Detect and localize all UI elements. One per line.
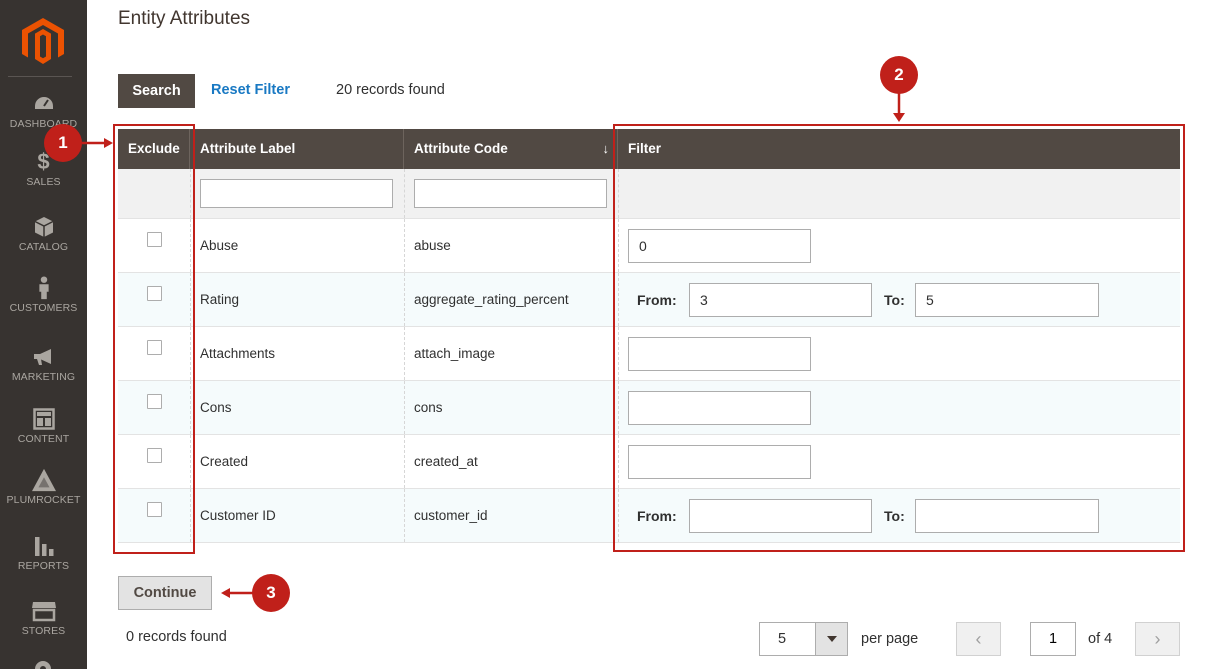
nav-reports-label: REPORTS [17,560,70,572]
records-found-count: 20 records found [336,82,445,98]
plumrocket-icon [31,468,56,492]
attribute-label-cell: Cons [200,400,232,415]
attribute-code-filter-input[interactable] [414,179,607,208]
column-header-attribute-label[interactable]: Attribute Label [190,129,404,169]
nav-sales-label: SALES [26,176,61,188]
attribute-label-cell: Attachments [200,346,276,361]
nav-customers-label: CUSTOMERS [9,302,78,314]
total-pages: of 4 [1088,631,1113,647]
nav-content[interactable]: CONTENT [0,407,87,445]
attribute-code-cell: customer_id [414,508,488,523]
store-icon [31,602,56,622]
reset-filter-link[interactable]: Reset Filter [211,82,290,98]
attribute-code-cell: attach_image [414,346,496,361]
prev-page-button[interactable]: ‹ [956,622,1001,656]
attribute-code-cell: abuse [414,238,451,253]
column-header-attribute-code-label: Attribute Code [414,141,508,156]
admin-sidebar: DASHBOARD $ SALES CATALOG CUSTOMERS MARK… [0,0,87,669]
annotation-badge-2: 2 [880,56,918,94]
column-header-attribute-code[interactable]: Attribute Code ↓ [404,129,618,169]
records-found-bottom: 0 records found [126,629,227,645]
nav-stores[interactable]: STORES [0,599,87,637]
nav-plumrocket-label: PLUMROCKET [6,494,81,506]
bar-chart-icon [34,537,53,556]
page-title: Entity Attributes [118,8,251,29]
annotation-arrow-2-icon [893,93,905,122]
annotation-box-exclude [113,124,195,554]
megaphone-icon [33,349,51,365]
annotation-badge-1: 1 [44,124,82,162]
attribute-label-filter-input[interactable] [200,179,393,208]
search-button[interactable]: Search [118,74,195,108]
layout-icon [32,408,55,430]
next-page-button[interactable]: › [1135,622,1180,656]
nav-dashboard[interactable]: DASHBOARD [0,92,87,130]
annotation-arrow-3-icon [221,588,254,598]
attribute-code-cell: aggregate_rating_percent [414,292,569,307]
attribute-code-cell: created_at [414,454,478,469]
nav-catalog[interactable]: CATALOG [0,215,87,253]
nav-plumrocket[interactable]: PLUMROCKET [0,468,87,506]
per-page-label: per page [861,631,919,647]
logo-divider [8,76,72,77]
attribute-label-cell: Abuse [200,238,239,253]
attribute-code-cell: cons [414,400,443,415]
nav-marketing[interactable]: MARKETING [0,345,87,383]
chevron-right-icon: › [1154,629,1161,649]
per-page-select[interactable]: 5 [759,622,848,656]
annotation-badge-3: 3 [252,574,290,612]
current-page-input[interactable] [1030,622,1076,656]
nav-customers[interactable]: CUSTOMERS [0,276,87,314]
nav-catalog-label: CATALOG [18,241,69,253]
nav-content-label: CONTENT [17,433,70,445]
per-page-value: 5 [778,631,787,647]
nav-stores-label: STORES [21,625,66,637]
gear-icon[interactable] [32,658,54,669]
nav-marketing-label: MARKETING [11,371,76,383]
per-page-toggle[interactable] [815,623,847,655]
annotation-arrow-1-icon [82,138,113,148]
caret-down-icon [827,636,837,642]
dashboard-icon [32,94,55,111]
magento-logo-icon[interactable] [22,18,64,64]
person-icon [38,276,49,300]
nav-reports[interactable]: REPORTS [0,534,87,572]
attribute-label-cell: Rating [200,292,240,307]
chevron-left-icon: ‹ [975,629,982,649]
attribute-label-cell: Customer ID [200,508,276,523]
sort-arrow-icon: ↓ [602,141,610,156]
annotation-box-filter [613,124,1185,552]
attribute-label-cell: Created [200,454,249,469]
box-icon [34,217,53,237]
continue-button[interactable]: Continue [118,576,212,610]
